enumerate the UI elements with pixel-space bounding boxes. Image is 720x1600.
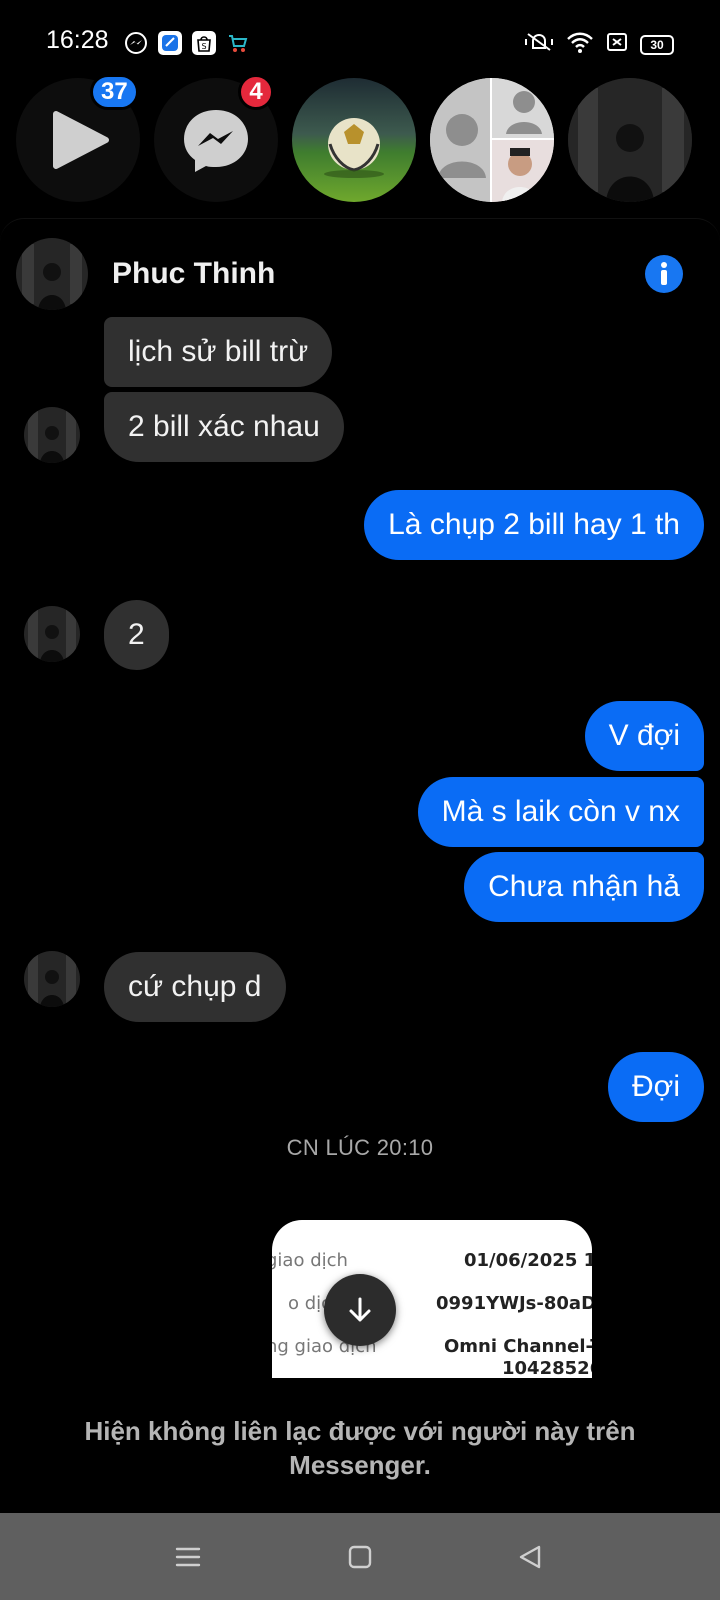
- group-avatar-image: [430, 78, 554, 202]
- contact-avatar-image: [16, 238, 88, 310]
- wifi-icon: [566, 30, 594, 59]
- no-sim-icon: [606, 31, 628, 58]
- arrow-down-icon: [349, 1297, 371, 1322]
- receipt-value: Omni Channel-T: [444, 1336, 592, 1357]
- shopee-notification-icon: S: [192, 31, 216, 55]
- contact-name[interactable]: Phuc Thinh: [112, 257, 275, 291]
- unavailable-notice: Hiện không liên lạc được với người này t…: [84, 1416, 636, 1480]
- message-timestamp: CN LÚC 20:10: [286, 1135, 434, 1160]
- menu-icon: [175, 1547, 201, 1567]
- message-bubble-incoming[interactable]: 2 bill xác nhau: [104, 392, 344, 462]
- chat-panel: Phuc Thinh lịch sử bill trừ 2 bill xác n…: [0, 218, 720, 1513]
- back-button[interactable]: [510, 1537, 550, 1577]
- cart-app-notification-icon: [226, 31, 250, 55]
- receipt-value: 0991YWJs-80aD: [436, 1293, 592, 1314]
- message-bubble-incoming[interactable]: lịch sử bill trừ: [104, 317, 333, 387]
- sender-avatar: [24, 951, 80, 1007]
- receipt-row: giao dịch 01/06/2025 18: [272, 1250, 592, 1280]
- message-bubble-incoming[interactable]: cứ chụp d: [104, 952, 286, 1022]
- chat-header: Phuc Thinh: [0, 219, 720, 329]
- receipt-row: 10428526: [272, 1358, 592, 1378]
- notification-icons: S: [124, 31, 250, 55]
- battery-icon: 30: [640, 34, 674, 55]
- football-chathead[interactable]: [292, 78, 416, 202]
- blue-app-notification-icon: [158, 31, 182, 55]
- mute-vibrate-icon: [524, 30, 554, 59]
- receipt-image-attachment[interactable]: giao dịch 01/06/2025 18 o dịch 0991YWJs-…: [272, 1220, 592, 1378]
- svg-text:S: S: [201, 42, 206, 51]
- info-icon[interactable]: [644, 254, 684, 294]
- sender-avatar: [24, 606, 80, 662]
- chat-heads-row: 37 4: [0, 74, 720, 208]
- system-icons: 30: [524, 30, 674, 59]
- contact-avatar-image: [568, 78, 692, 202]
- group-chathead[interactable]: [430, 78, 554, 202]
- receipt-value: 01/06/2025 18: [464, 1250, 592, 1271]
- status-time: 16:28: [46, 26, 109, 54]
- football-image: [324, 118, 384, 178]
- receipt-value: 10428526: [502, 1358, 592, 1378]
- home-button[interactable]: [340, 1537, 380, 1577]
- message-bubble-incoming[interactable]: 2: [104, 600, 169, 670]
- back-triangle-icon: [519, 1545, 541, 1569]
- scroll-to-bottom-button[interactable]: [324, 1274, 396, 1346]
- receipt-row: o dịch 0991YWJs-80aD: [272, 1293, 592, 1323]
- phuc-thinh-chathead[interactable]: [568, 78, 692, 202]
- messenger-chathead-badge: 4: [238, 74, 274, 110]
- message-bubble-outgoing[interactable]: Là chụp 2 bill hay 1 th: [364, 490, 704, 560]
- message-bubble-outgoing[interactable]: Đợi: [607, 1052, 704, 1122]
- receipt-label: giao dịch: [272, 1250, 348, 1271]
- message-bubble-outgoing[interactable]: V đợi: [584, 701, 704, 771]
- recents-button[interactable]: [168, 1537, 208, 1577]
- video-chathead-badge: 37: [90, 74, 139, 110]
- messenger-notification-icon: [124, 31, 148, 55]
- system-navigation-bar: [0, 1513, 720, 1600]
- status-bar: 16:28 S 30: [0, 0, 720, 80]
- sender-avatar: [24, 407, 80, 463]
- contact-avatar[interactable]: [16, 238, 88, 310]
- home-square-icon: [348, 1545, 372, 1569]
- message-bubble-outgoing[interactable]: Mà s laik còn v nx: [417, 777, 704, 847]
- message-bubble-outgoing[interactable]: Chưa nhận hả: [464, 852, 704, 922]
